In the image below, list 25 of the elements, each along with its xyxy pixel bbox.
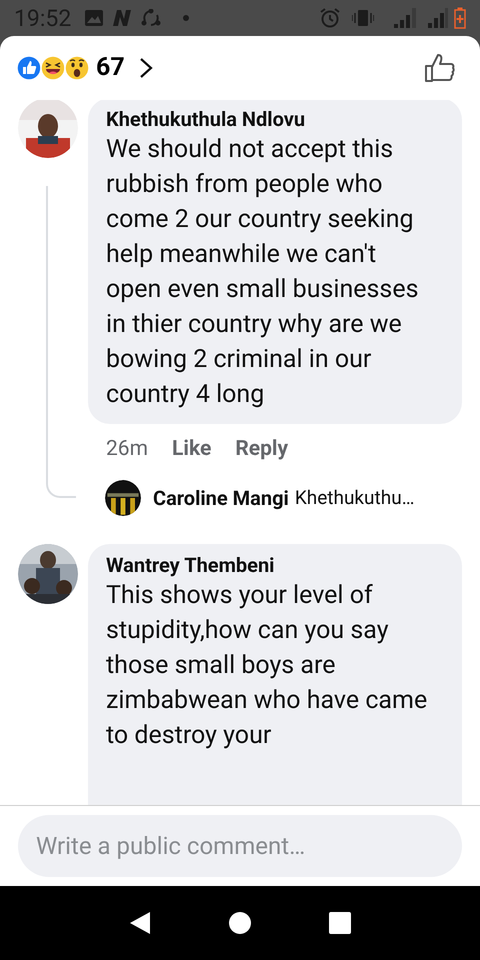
comment-author[interactable]: Wantrey Thembeni <box>106 552 444 578</box>
like-link[interactable]: Like <box>172 434 212 466</box>
back-icon[interactable] <box>129 911 151 935</box>
alarm-icon <box>320 8 340 28</box>
reply-preview[interactable]: Khethukuthu… <box>294 484 414 512</box>
laughing-emoji-icon <box>40 55 66 81</box>
comment-text: This shows your level of stupidity,how can you say those small boys are zimbabwean who have came to destroy your <box>106 580 428 752</box>
dot-icon <box>183 15 190 21</box>
home-icon[interactable] <box>229 912 251 934</box>
app-logo-icon <box>111 10 134 26</box>
vibrate-icon <box>352 10 374 26</box>
reaction-count[interactable]: 67 <box>96 49 125 87</box>
like-icon[interactable] <box>424 53 456 83</box>
image-icon <box>85 10 104 26</box>
like-reaction-icon <box>16 55 42 81</box>
battery-icon <box>454 7 466 29</box>
reply-link[interactable]: Reply <box>235 434 288 466</box>
comment-time: 26m <box>106 436 148 464</box>
wow-emoji-icon <box>64 55 90 81</box>
sync-icon <box>141 9 162 27</box>
comment-input[interactable]: Write a public comment… <box>18 815 462 877</box>
chevron-right-icon[interactable] <box>138 57 153 79</box>
comment-text: We should not accept this rubbish from people who come 2 our country seeking help meanwhile we can't open even small businesses in thier country why are we bowing 2 criminal in our country 4 long <box>106 134 420 411</box>
reply-author[interactable]: Caroline Mangi <box>153 483 289 513</box>
comment-author[interactable]: Khethukuthula Ndlovu <box>106 106 444 132</box>
